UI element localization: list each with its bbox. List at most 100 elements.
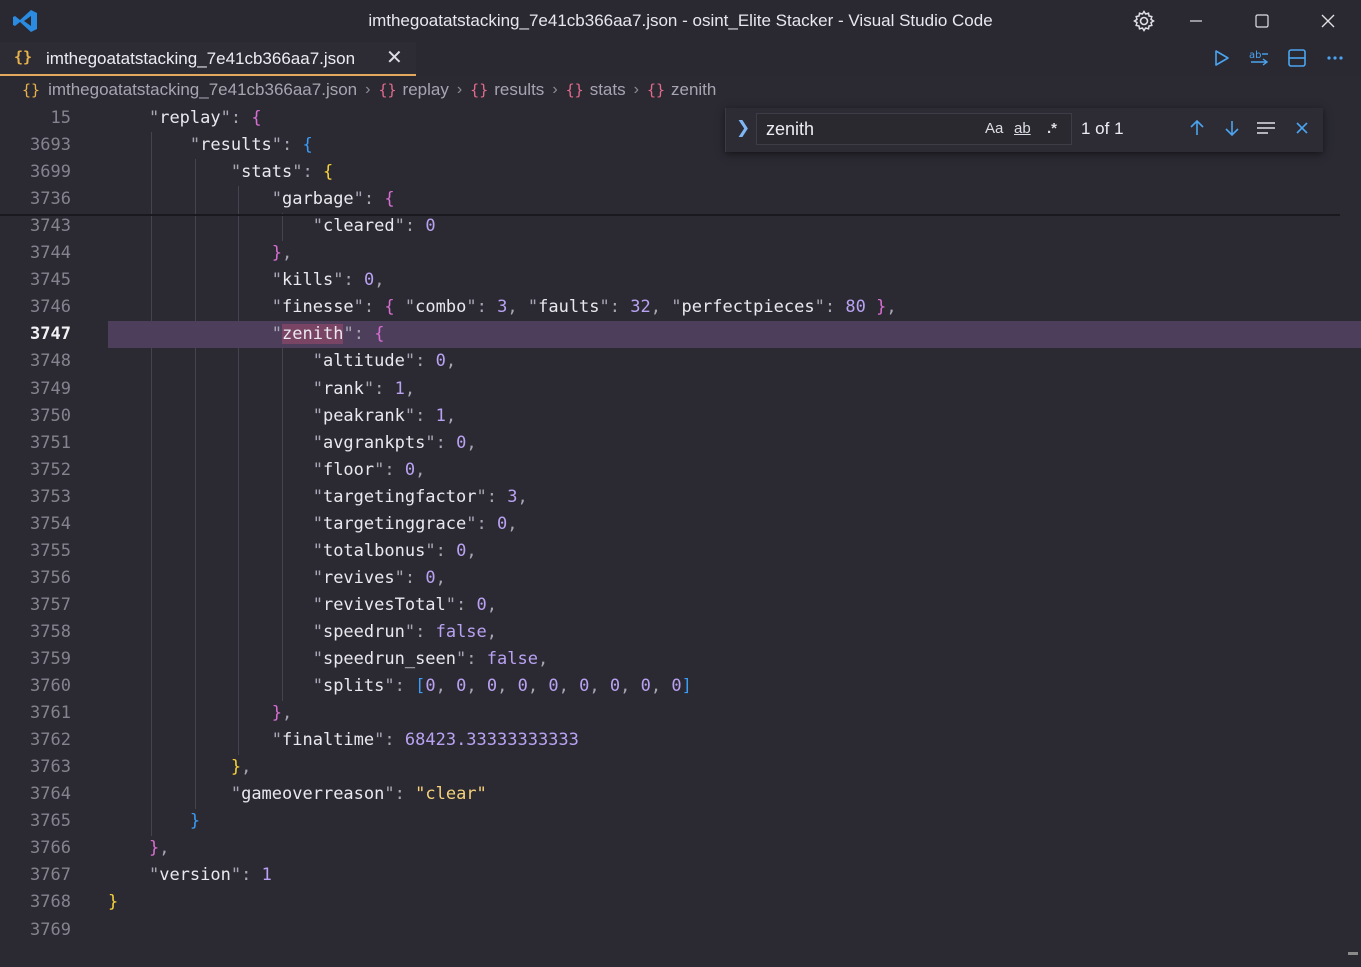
code-text: "revives": 0, xyxy=(312,567,446,588)
breadcrumb-item[interactable]: replay xyxy=(403,80,449,100)
line-number: 3749 xyxy=(30,378,71,399)
line-number: 3764 xyxy=(30,784,71,805)
breadcrumb-item[interactable]: zenith xyxy=(671,80,716,100)
code-text: "speedrun": false, xyxy=(312,621,498,642)
line-number: 3736 xyxy=(30,189,71,210)
code-line[interactable]: 3754 "targetinggrace": 0, xyxy=(0,511,1361,538)
line-number: 3750 xyxy=(30,405,71,426)
object-icon: {} xyxy=(470,81,489,99)
run-icon[interactable] xyxy=(1209,46,1233,70)
scrollbar-marker[interactable] xyxy=(1348,952,1358,955)
code-text: }, xyxy=(271,703,293,724)
line-number: 3755 xyxy=(30,540,71,561)
code-line[interactable]: 3766 }, xyxy=(0,835,1361,862)
code-line[interactable]: 3751 "avgrankpts": 0, xyxy=(0,430,1361,457)
line-number: 3760 xyxy=(30,676,71,697)
chevron-right-icon: › xyxy=(365,81,371,98)
find-in-selection-icon[interactable] xyxy=(1254,116,1278,140)
compare-icon[interactable]: ab xyxy=(1247,46,1271,70)
match-case-toggle[interactable]: Aa xyxy=(985,120,1003,137)
code-line[interactable]: 3764 "gameoverreason": "clear" xyxy=(0,781,1361,808)
close-icon[interactable] xyxy=(1313,6,1343,36)
code-line[interactable]: 3744 }, xyxy=(0,240,1361,267)
code-line[interactable]: 3747 "zenith": { xyxy=(0,321,1361,349)
code-line[interactable]: 3750 "peakrank": 1, xyxy=(0,403,1361,430)
code-line[interactable]: 3746 "finesse": { "combo": 3, "faults": … xyxy=(0,294,1361,321)
line-number: 3769 xyxy=(30,919,71,940)
arrow-down-icon[interactable] xyxy=(1220,116,1244,140)
minimize-icon[interactable] xyxy=(1181,6,1211,36)
code-line[interactable]: 3765 } xyxy=(0,808,1361,835)
svg-text:ab: ab xyxy=(1249,50,1261,61)
code-line[interactable]: 3761 }, xyxy=(0,700,1361,727)
close-find-icon[interactable] xyxy=(1290,116,1314,140)
line-number: 3751 xyxy=(30,432,71,453)
line-number: 3758 xyxy=(30,621,71,642)
code-line[interactable]: 3759 "speedrun_seen": false, xyxy=(0,646,1361,673)
code-text: "gameoverreason": "clear" xyxy=(230,784,487,805)
code-text: "stats": { xyxy=(230,162,334,183)
code-line[interactable]: 3699 "stats": { xyxy=(0,159,1361,186)
code-text: "totalbonus": 0, xyxy=(312,540,477,561)
code-line[interactable]: 3762 "finaltime": 68423.33333333333 xyxy=(0,727,1361,754)
split-editor-icon[interactable] xyxy=(1285,46,1309,70)
line-number: 3699 xyxy=(30,162,71,183)
arrow-up-icon[interactable] xyxy=(1185,116,1209,140)
code-line[interactable]: 3769 xyxy=(0,917,1361,944)
code-text: "replay": { xyxy=(148,108,262,128)
code-line[interactable]: 3768} xyxy=(0,889,1361,916)
chevron-right-icon: › xyxy=(456,81,463,98)
find-count: 1 of 1 xyxy=(1081,119,1124,138)
tab-close-icon[interactable]: ✕ xyxy=(386,45,403,69)
breadcrumb-item[interactable]: results xyxy=(494,80,544,100)
code-line[interactable]: 3758 "speedrun": false, xyxy=(0,619,1361,646)
json-file-icon: {} xyxy=(22,81,41,99)
find-input[interactable]: zenith Aa ab .* xyxy=(756,113,1072,145)
line-number: 3766 xyxy=(30,838,71,859)
code-text: "cleared": 0 xyxy=(312,216,436,237)
code-text: "targetinggrace": 0, xyxy=(312,513,518,534)
code-line[interactable]: 3736 "garbage": { xyxy=(0,186,1361,213)
find-query: zenith xyxy=(766,119,815,139)
chevron-right-icon[interactable]: ❯ xyxy=(736,118,750,138)
tab-json-file[interactable]: {} imthegoatatstacking_7e41cb366aa7.json… xyxy=(0,42,416,76)
code-text: "peakrank": 1, xyxy=(312,405,457,426)
line-number: 3756 xyxy=(30,567,71,588)
gear-icon[interactable] xyxy=(1129,6,1159,36)
more-icon[interactable] xyxy=(1323,46,1347,70)
regex-toggle[interactable]: .* xyxy=(1047,120,1057,137)
line-number: 3747 xyxy=(30,324,71,345)
line-number: 3743 xyxy=(30,216,71,237)
code-text: "targetingfactor": 3, xyxy=(312,486,528,507)
code-line[interactable]: 3767 "version": 1 xyxy=(0,862,1361,889)
tab-label: imthegoatatstacking_7e41cb366aa7.json xyxy=(46,49,356,68)
object-icon: {} xyxy=(565,81,584,99)
code-text: } xyxy=(108,892,119,913)
breadcrumb-item[interactable]: stats xyxy=(590,80,626,100)
code-line[interactable]: 3743 "cleared": 0 xyxy=(0,213,1361,240)
maximize-icon[interactable] xyxy=(1247,6,1277,36)
code-editor[interactable]: 15 "replay": {3693 "results": {3699 "sta… xyxy=(0,104,1361,967)
breadcrumb-file[interactable]: imthegoatatstacking_7e41cb366aa7.json xyxy=(48,80,357,100)
code-line[interactable]: 3755 "totalbonus": 0, xyxy=(0,538,1361,565)
whole-word-toggle[interactable]: ab xyxy=(1014,120,1031,137)
line-number: 3753 xyxy=(30,486,71,507)
line-number: 3765 xyxy=(30,811,71,832)
code-line[interactable]: 3745 "kills": 0, xyxy=(0,267,1361,294)
code-line[interactable]: 3753 "targetingfactor": 3, xyxy=(0,484,1361,511)
code-text: "rank": 1, xyxy=(312,378,416,399)
title-bar: imthegoatatstacking_7e41cb366aa7.json - … xyxy=(0,0,1361,42)
line-number: 3762 xyxy=(30,730,71,751)
code-line[interactable]: 3760 "splits": [0, 0, 0, 0, 0, 0, 0, 0, … xyxy=(0,673,1361,700)
code-text: "revivesTotal": 0, xyxy=(312,594,498,615)
code-line[interactable]: 3748 "altitude": 0, xyxy=(0,348,1361,375)
code-line[interactable]: 3757 "revivesTotal": 0, xyxy=(0,592,1361,619)
code-line[interactable]: 3752 "floor": 0, xyxy=(0,457,1361,484)
code-line[interactable]: 3749 "rank": 1, xyxy=(0,376,1361,403)
code-line[interactable]: 3756 "revives": 0, xyxy=(0,565,1361,592)
code-line[interactable]: 3763 }, xyxy=(0,754,1361,781)
code-text: }, xyxy=(148,838,170,859)
line-number: 3752 xyxy=(30,459,71,480)
code-text: "version": 1 xyxy=(148,865,272,886)
code-text: "avgrankpts": 0, xyxy=(312,432,477,453)
